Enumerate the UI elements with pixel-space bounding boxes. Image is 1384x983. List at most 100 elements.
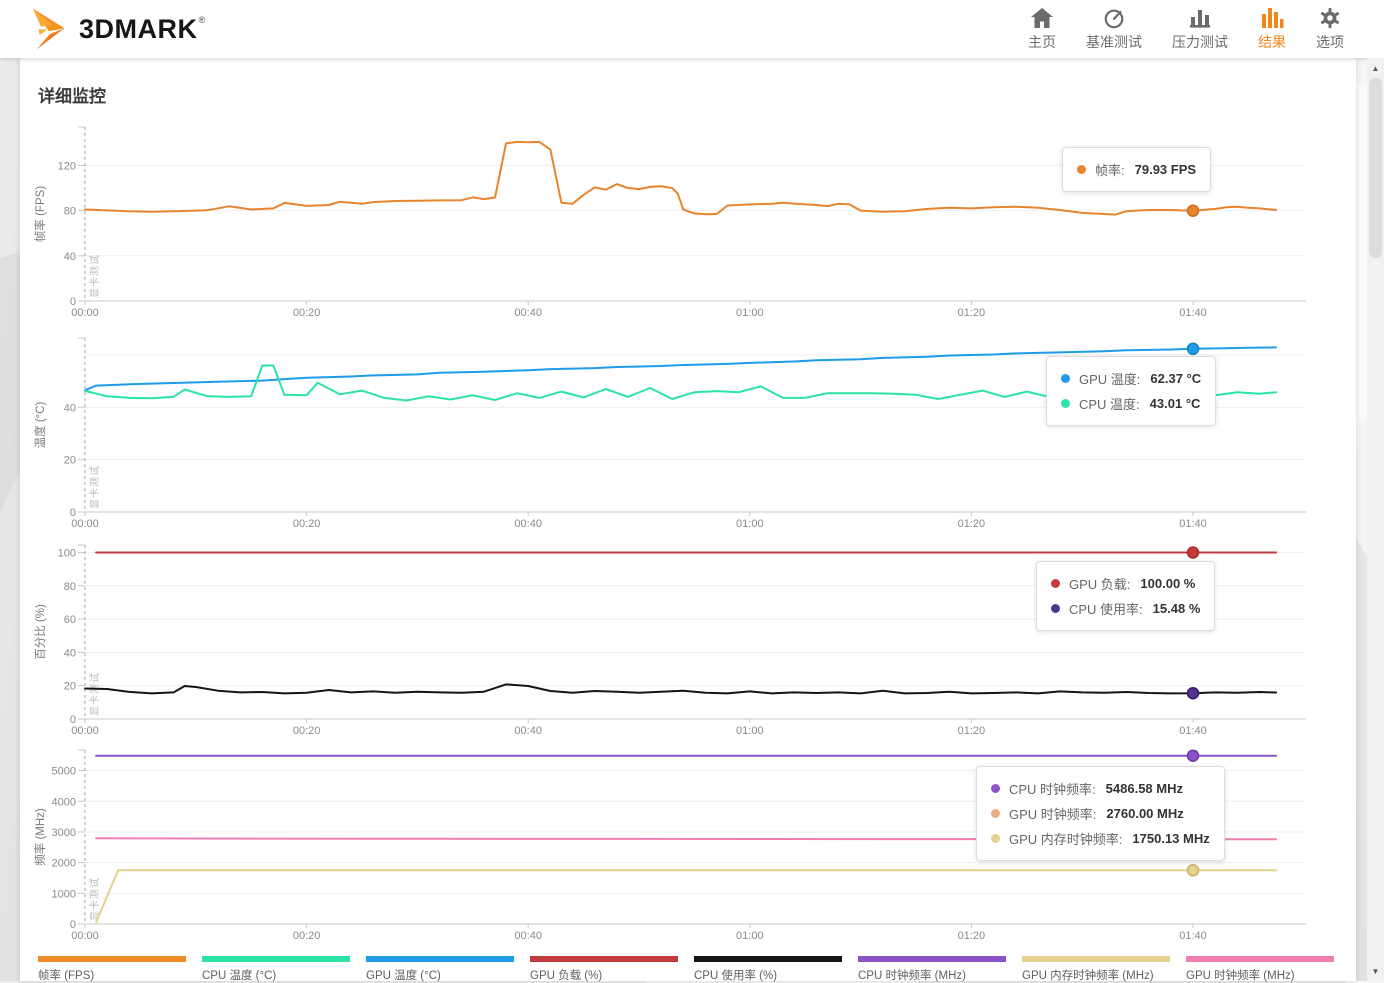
tooltip-row: CPU 使用率: 15.48 % — [1051, 596, 1200, 621]
series-color-dot — [991, 809, 1000, 818]
legend-color-bar — [366, 956, 515, 962]
nav-label: 选项 — [1316, 33, 1344, 50]
scroll-down-arrow[interactable]: ▼ — [1367, 963, 1384, 979]
svg-text:40: 40 — [64, 251, 76, 263]
nav-item-results[interactable]: 结果 — [1258, 7, 1286, 52]
results-detail-panel: 详细监控 0 40 80 120 00:00 00:20 00:40 01:00 01:20 01… — [20, 58, 1356, 983]
series-color-dot — [1061, 399, 1070, 408]
percentage-tooltip: GPU 负载: 100.00 % CPU 使用率: 15.48 % — [1036, 561, 1216, 631]
legend-item[interactable]: GPU 温度 (°C) — [366, 956, 522, 983]
scrollbar-thumb[interactable] — [1369, 78, 1382, 258]
svg-text:01:40: 01:40 — [1179, 725, 1207, 737]
svg-text:1000: 1000 — [52, 888, 76, 900]
fps-chart-container: 0 40 80 120 00:00 00:20 00:40 01:00 01:20 01:40 显卡… — [30, 121, 1350, 321]
tooltip-row: 帧率: 79.93 FPS — [1077, 157, 1196, 182]
svg-text:3000: 3000 — [52, 827, 76, 839]
svg-text:2000: 2000 — [52, 858, 76, 870]
legend-item[interactable]: GPU 内存时钟频率 (MHz) — [1022, 956, 1178, 983]
legend-color-bar — [530, 956, 679, 962]
3dmark-logo-icon — [32, 8, 65, 50]
legend-color-bar — [38, 956, 187, 962]
svg-text:40: 40 — [64, 402, 76, 414]
page-title: 详细监控 — [38, 87, 106, 106]
series-color-dot — [991, 784, 1000, 793]
y-axis-title: 温度 (°C) — [33, 401, 47, 448]
app-logo[interactable]: 3DMARK ® — [28, 7, 206, 51]
tooltip-row: GPU 温度: 62.37 °C — [1061, 366, 1201, 391]
phase-label: 显卡测试 — [88, 672, 101, 716]
svg-text:01:20: 01:20 — [958, 725, 986, 737]
svg-text:00:20: 00:20 — [293, 518, 321, 530]
svg-text:00:20: 00:20 — [293, 307, 321, 319]
results-chart-icon — [1262, 7, 1284, 28]
vertical-scrollbar[interactable]: ▲ ▼ — [1367, 58, 1384, 981]
legend-color-bar — [858, 956, 1007, 962]
tooltip-row: CPU 时钟频率: 5486.58 MHz — [991, 776, 1210, 801]
series-color-dot — [1051, 604, 1060, 613]
frequency-tooltip: CPU 时钟频率: 5486.58 MHz GPU 时钟频率: 2760.00 M… — [976, 766, 1225, 861]
y-axis-title: 帧率 (FPS) — [33, 186, 47, 242]
gear-icon — [1320, 7, 1340, 28]
series-color-dot — [1051, 579, 1060, 588]
nav-label: 基准测试 — [1086, 33, 1142, 50]
phase-label: 显卡测试 — [88, 465, 101, 509]
gauge-icon — [1104, 9, 1124, 28]
legend-item[interactable]: GPU 时钟频率 (MHz) — [1186, 956, 1342, 983]
series-color-dot — [1077, 165, 1086, 174]
nav-item-home[interactable]: 主页 — [1028, 7, 1056, 52]
series-GPU 内存时钟频率 — [95, 869, 1278, 924]
legend-color-bar — [1186, 956, 1335, 962]
nav-label: 主页 — [1028, 33, 1056, 50]
legend-item[interactable]: CPU 使用率 (%) — [694, 956, 850, 983]
legend-item[interactable]: GPU 负载 (%) — [530, 956, 686, 983]
svg-text:20: 20 — [64, 455, 76, 467]
svg-text:01:00: 01:00 — [736, 930, 764, 942]
legend-color-bar — [202, 956, 351, 962]
tooltip-row: GPU 时钟频率: 2760.00 MHz — [991, 801, 1210, 826]
svg-text:100: 100 — [58, 547, 76, 559]
frequency-chart-container: 0 1000 2000 3000 4000 5000 00:00 00:20 00:40 01:0… — [30, 744, 1350, 944]
nav-item-stress-test[interactable]: 压力测试 — [1172, 7, 1228, 52]
temperature-chart-container: 0 20 40 00:00 00:20 00:40 01:00 01:20 01:40 显卡测试温… — [30, 332, 1350, 532]
current-value-marker — [1186, 749, 1200, 762]
svg-text:01:40: 01:40 — [1179, 518, 1207, 530]
fps-tooltip: 帧率: 79.93 FPS — [1062, 147, 1212, 192]
svg-text:00:00: 00:00 — [71, 930, 99, 942]
svg-text:00:20: 00:20 — [293, 725, 321, 737]
svg-text:120: 120 — [58, 160, 76, 172]
svg-text:80: 80 — [64, 581, 76, 593]
scroll-up-arrow[interactable]: ▲ — [1367, 60, 1384, 76]
tooltip-row: GPU 内存时钟频率: 1750.13 MHz — [991, 826, 1210, 851]
nav-label: 压力测试 — [1172, 33, 1228, 50]
nav-item-benchmark[interactable]: 基准测试 — [1086, 7, 1142, 52]
nav-item-options[interactable]: 选项 — [1316, 7, 1344, 52]
legend-item[interactable]: CPU 时钟频率 (MHz) — [858, 956, 1014, 983]
svg-text:00:00: 00:00 — [71, 725, 99, 737]
legend-item[interactable]: 帧率 (FPS) — [38, 956, 194, 983]
svg-text:20: 20 — [64, 681, 76, 693]
legend-color-bar — [1022, 956, 1171, 962]
current-value-marker — [1186, 864, 1200, 877]
svg-text:01:40: 01:40 — [1179, 930, 1207, 942]
logo-registered-mark: ® — [198, 15, 206, 25]
tooltip-row: GPU 负载: 100.00 % — [1051, 571, 1200, 596]
legend-item[interactable]: CPU 温度 (°C) — [202, 956, 358, 983]
svg-text:00:00: 00:00 — [71, 307, 99, 319]
series-color-dot — [1061, 374, 1070, 383]
y-axis-title: 频率 (MHz) — [33, 808, 47, 866]
temperature-tooltip: GPU 温度: 62.37 °C CPU 温度: 43.01 °C — [1046, 356, 1217, 426]
svg-text:4000: 4000 — [52, 796, 76, 808]
svg-text:40: 40 — [64, 647, 76, 659]
svg-text:00:40: 00:40 — [514, 518, 542, 530]
svg-text:5000: 5000 — [52, 766, 76, 778]
svg-text:01:40: 01:40 — [1179, 307, 1207, 319]
legend-color-bar — [694, 956, 843, 962]
tooltip-row: CPU 温度: 43.01 °C — [1061, 391, 1201, 416]
current-value-marker — [1186, 686, 1200, 700]
percentage-chart-container: 0 20 40 60 80 100 00:00 00:20 00:40 01:00 01:20 01:… — [30, 539, 1350, 739]
home-icon — [1031, 7, 1053, 28]
phase-label: 显卡测试 — [88, 254, 101, 298]
svg-text:00:00: 00:00 — [71, 518, 99, 530]
main-nav: 主页 基准测试 压力测试 结果 选项 — [1028, 7, 1344, 52]
svg-text:00:40: 00:40 — [514, 725, 542, 737]
